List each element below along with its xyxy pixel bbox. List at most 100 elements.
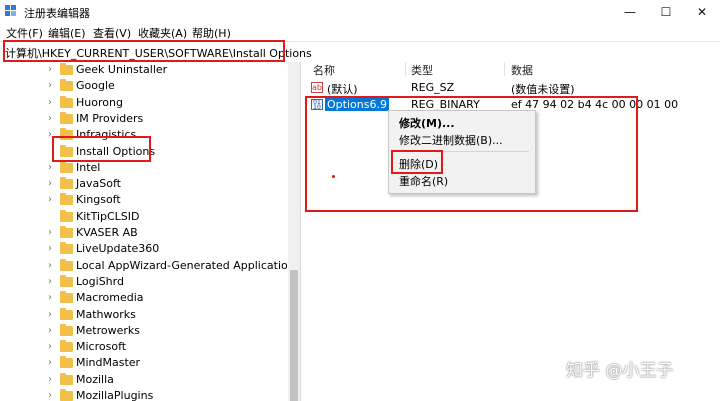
tree-item[interactable]: › Kingsoft [0, 192, 288, 208]
tree-item[interactable]: › LogiShrd [0, 274, 288, 290]
folder-icon [60, 209, 73, 222]
folder-icon [60, 63, 73, 75]
value-data: (数值未设置) [511, 83, 575, 96]
chevron-right-icon[interactable]: › [48, 178, 58, 190]
column-separator[interactable] [405, 62, 406, 76]
tree-item-label: KVASER AB [76, 226, 138, 239]
tree-item[interactable]: › LiveUpdate360 [0, 241, 288, 257]
tree-item[interactable]: › Metrowerks [0, 323, 288, 339]
chevron-right-icon[interactable]: › [48, 243, 58, 255]
chevron-right-icon[interactable]: › [48, 162, 58, 174]
column-separator[interactable] [504, 62, 505, 76]
tree-item-label: KitTipCLSID [76, 209, 140, 223]
chevron-right-icon[interactable]: › [48, 374, 58, 386]
column-data[interactable]: 数据 [511, 62, 533, 78]
menu-help[interactable]: 帮助(H) [192, 25, 231, 41]
chevron-right-icon[interactable]: › [48, 325, 58, 337]
tree-item[interactable]: › Geek Uninstaller [0, 62, 288, 78]
value-name-selected[interactable]: Options6.9 [325, 98, 389, 111]
tree-item[interactable]: › Macromedia [0, 290, 288, 306]
tree-item-label: Macromedia [76, 291, 144, 305]
tree-item[interactable]: › MindMaster [0, 355, 288, 371]
context-modify[interactable]: 修改(M)... [399, 115, 455, 131]
menu-edit[interactable]: 编辑(E) [48, 25, 86, 41]
tree-item[interactable]: › Mathworks [0, 307, 288, 323]
folder-icon [60, 323, 73, 336]
chevron-right-icon[interactable]: › [48, 309, 58, 321]
folder-icon [60, 356, 73, 369]
folder-icon [60, 226, 73, 238]
value-name: (默认) [327, 83, 358, 96]
folder-icon [60, 307, 73, 320]
close-button[interactable]: ✕ [684, 0, 720, 24]
value-row-default[interactable]: ab (默认) REG_SZ (数值未设置) [301, 80, 720, 96]
chevron-right-icon[interactable]: › [48, 113, 58, 125]
chevron-right-icon[interactable]: › [48, 97, 58, 109]
tree-item[interactable]: › JavaSoft [0, 176, 288, 192]
column-type[interactable]: 类型 [411, 62, 433, 78]
tree-item-label: Microsoft [76, 340, 127, 354]
tree-item-label: Huorong [76, 95, 123, 109]
context-menu: 修改(M)... 修改二进制数据(B)... 删除(D) 重命名(R) [388, 110, 536, 194]
tree-item[interactable]: › Mozilla [0, 372, 288, 388]
folder-icon [60, 177, 73, 190]
registry-tree[interactable]: › Geek Uninstaller › Google › Huorong › IM Prov… [0, 62, 301, 401]
tree-scrollbar[interactable] [288, 62, 300, 401]
tree-item-label: Install Options [76, 144, 156, 158]
menu-favorites[interactable]: 收藏夹(A) [138, 25, 187, 41]
folder-icon [60, 242, 73, 255]
context-delete[interactable]: 删除(D) [399, 156, 438, 172]
chevron-right-icon[interactable]: › [48, 390, 58, 401]
tree-item[interactable]: › Google [0, 78, 288, 94]
tree-item[interactable]: › Microsoft [0, 339, 288, 355]
tree-item[interactable]: › Intel [0, 160, 288, 176]
tree-item-label: Mozilla [76, 372, 114, 386]
chevron-right-icon[interactable]: › [48, 129, 58, 141]
tree-item[interactable]: › Huorong [0, 95, 288, 111]
folder-icon [60, 389, 73, 401]
tree-item-label: JavaSoft [76, 177, 121, 191]
chevron-right-icon[interactable]: › [48, 260, 58, 272]
address-bar[interactable]: 计算机\HKEY_CURRENT_USER\SOFTWARE\Install O… [0, 41, 720, 63]
minimize-button[interactable]: — [612, 0, 648, 24]
context-separator [393, 151, 529, 152]
registry-editor-icon [5, 5, 16, 16]
folder-icon [60, 274, 73, 287]
tree-item-label: LiveUpdate360 [76, 242, 160, 256]
value-type: REG_SZ [411, 81, 455, 94]
annotation-dot [332, 175, 335, 178]
folder-icon [60, 372, 73, 385]
folder-icon [60, 160, 73, 173]
chevron-right-icon[interactable]: › [48, 64, 58, 76]
tree-scrollbar-thumb[interactable] [290, 270, 298, 401]
maximize-button[interactable]: ☐ [648, 0, 684, 24]
tree-item-label: Mathworks [76, 307, 136, 321]
chevron-right-icon[interactable]: › [48, 276, 58, 288]
tree-item[interactable]: › Infragistics [0, 127, 288, 143]
tree-item[interactable]: › Local AppWizard-Generated Applications [0, 258, 300, 274]
menu-view[interactable]: 查看(V) [93, 25, 131, 41]
tree-item-label: Intel [76, 160, 101, 174]
tree-item[interactable]: KitTipCLSID [0, 209, 288, 225]
tree-item-label: LogiShrd [76, 274, 124, 288]
menu-file[interactable]: 文件(F) [6, 25, 43, 41]
tree-item[interactable]: › MozillaPlugins [0, 388, 288, 401]
chevron-right-icon[interactable]: › [48, 292, 58, 304]
folder-icon [60, 95, 73, 108]
tree-item[interactable]: Install Options [0, 144, 288, 160]
context-modify-binary[interactable]: 修改二进制数据(B)... [399, 132, 503, 148]
tree-item-label: MozillaPlugins [76, 389, 154, 401]
chevron-right-icon[interactable]: › [48, 357, 58, 369]
folder-icon [60, 291, 73, 304]
tree-item[interactable]: › KVASER AB [0, 225, 288, 241]
context-rename[interactable]: 重命名(R) [399, 173, 448, 189]
chevron-right-icon[interactable]: › [48, 341, 58, 353]
tree-item-label: MindMaster [76, 356, 141, 370]
chevron-right-icon[interactable]: › [48, 194, 58, 206]
tree-item[interactable]: › IM Providers [0, 111, 288, 127]
column-name[interactable]: 名称 [313, 62, 335, 78]
address-path[interactable]: 计算机\HKEY_CURRENT_USER\SOFTWARE\Install O… [5, 45, 312, 61]
chevron-right-icon[interactable]: › [48, 227, 58, 239]
tree-item-label: Metrowerks [76, 323, 140, 337]
chevron-right-icon[interactable]: › [48, 80, 58, 92]
